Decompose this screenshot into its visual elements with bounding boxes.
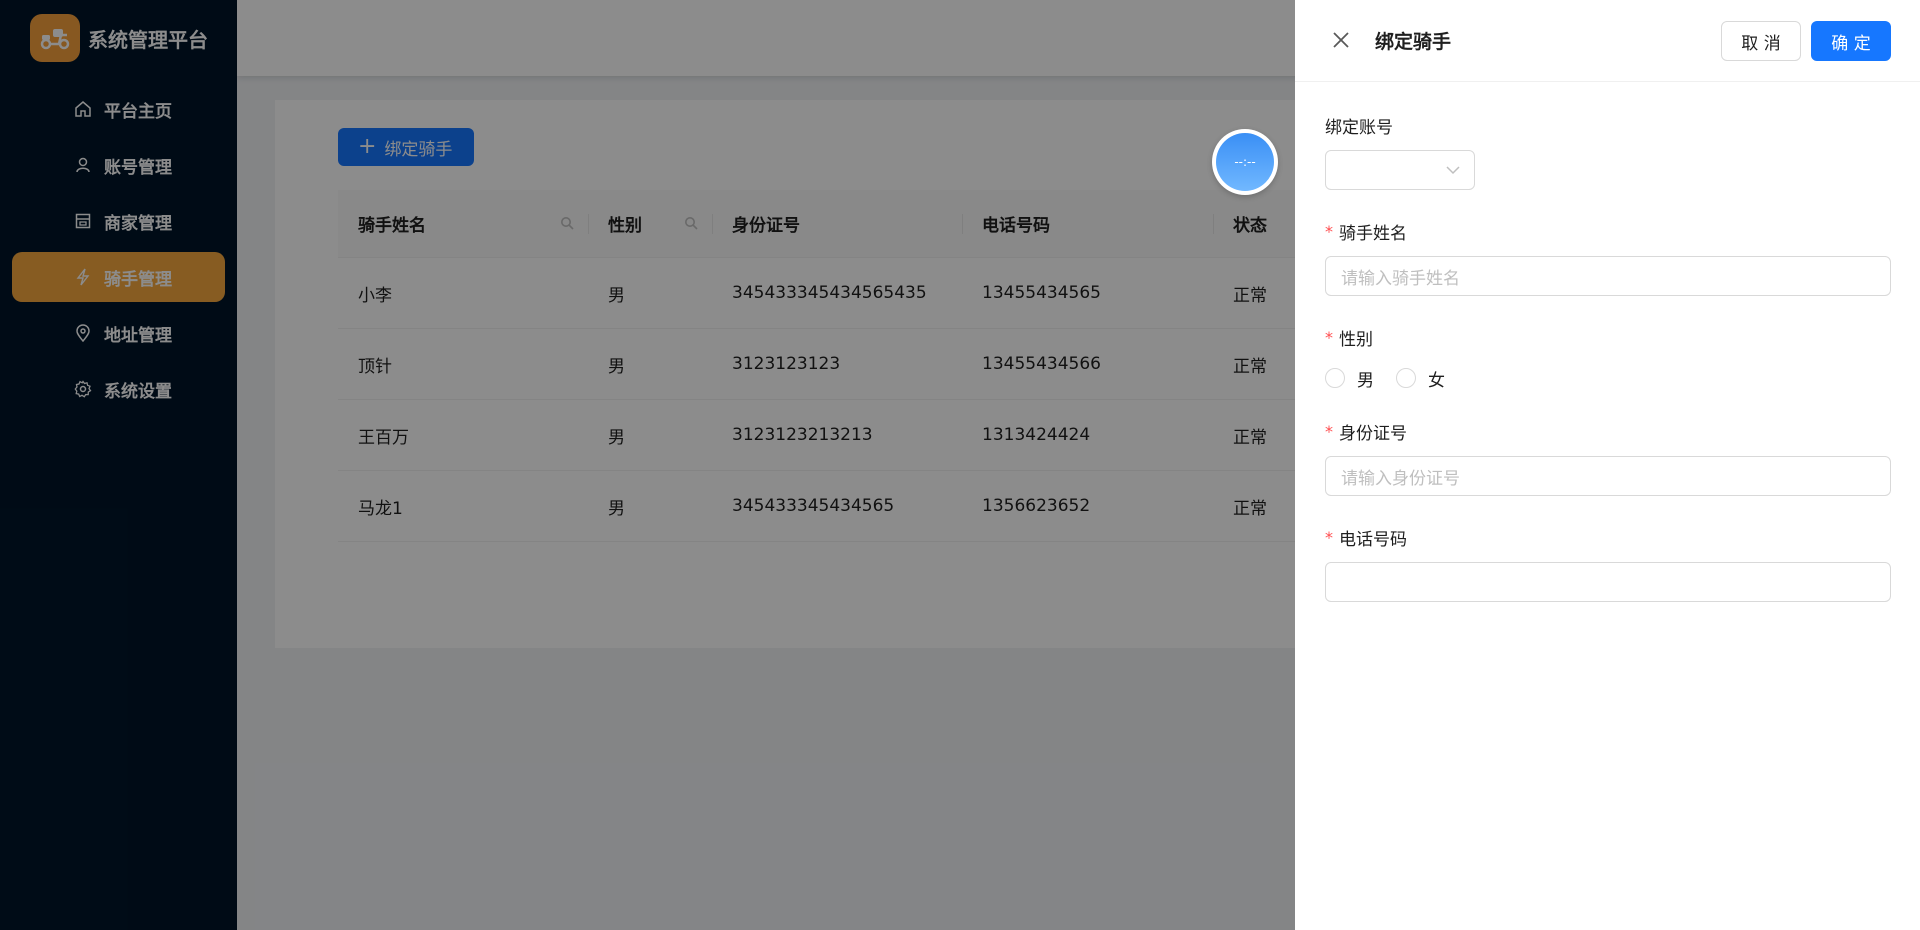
radio-label: 男	[1357, 370, 1374, 391]
phone-input[interactable]	[1325, 562, 1891, 602]
required-mark: *	[1325, 327, 1333, 347]
floating-clock-widget[interactable]: --:--	[1212, 129, 1278, 195]
field-label: * 性别	[1325, 327, 1373, 350]
field-gender: * 性别 男 女	[1325, 324, 1891, 391]
field-idcard: * 身份证号 请输入身份证号	[1325, 418, 1891, 496]
radio-circle[interactable]	[1396, 368, 1416, 388]
gender-radio-male[interactable]: 男	[1325, 366, 1374, 391]
gender-radio-group: 男 女	[1325, 366, 1891, 391]
field-label: * 电话号码	[1325, 527, 1407, 550]
gender-radio-female[interactable]: 女	[1396, 366, 1445, 391]
required-mark: *	[1325, 221, 1333, 241]
rider-name-input[interactable]: 请输入骑手姓名	[1325, 256, 1891, 296]
field-account: 绑定账号	[1325, 112, 1891, 190]
required-mark: *	[1325, 421, 1333, 441]
radio-circle[interactable]	[1325, 368, 1345, 388]
chevron-down-icon	[1446, 166, 1460, 175]
account-select[interactable]	[1325, 150, 1475, 190]
drawer-header: 绑定骑手 取 消 确 定	[1295, 0, 1920, 82]
floating-clock-face: --:--	[1216, 133, 1274, 191]
radio-label: 女	[1428, 370, 1445, 391]
bind-rider-form: 绑定账号 * 骑手姓名 请输入骑手姓名 * 性别 男 女 * 身份证号 请输入身…	[1325, 112, 1891, 630]
required-mark: *	[1325, 527, 1333, 547]
idcard-input[interactable]: 请输入身份证号	[1325, 456, 1891, 496]
field-label: * 身份证号	[1325, 421, 1407, 444]
field-phone: * 电话号码	[1325, 524, 1891, 602]
drawer-title: 绑定骑手	[1375, 31, 1452, 53]
confirm-button[interactable]: 确 定	[1811, 21, 1891, 61]
cancel-button[interactable]: 取 消	[1721, 21, 1801, 61]
field-label: * 骑手姓名	[1325, 221, 1407, 244]
field-name: * 骑手姓名 请输入骑手姓名	[1325, 218, 1891, 296]
close-icon[interactable]	[1331, 30, 1351, 50]
field-label: 绑定账号	[1325, 117, 1393, 138]
bind-rider-drawer: 绑定骑手 取 消 确 定 绑定账号 * 骑手姓名 请输入骑手姓名 * 性别 男 …	[1295, 0, 1920, 930]
